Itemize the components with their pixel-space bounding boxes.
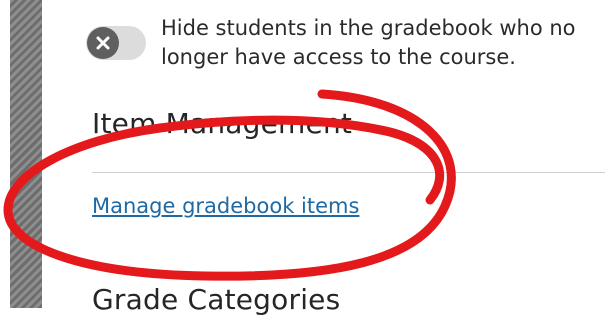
hide-students-label: Hide students in the gradebook who no lo… bbox=[161, 16, 576, 69]
close-icon bbox=[96, 36, 110, 50]
left-margin bbox=[0, 0, 10, 308]
manage-gradebook-items-link[interactable]: Manage gradebook items bbox=[92, 192, 359, 220]
grade-categories-heading: Grade Categories bbox=[92, 283, 341, 316]
toggle-knob bbox=[87, 27, 119, 59]
item-management-heading: Item Management bbox=[92, 107, 353, 140]
striped-side-panel bbox=[10, 0, 42, 308]
section-divider bbox=[92, 172, 605, 173]
hide-students-toggle[interactable] bbox=[86, 26, 146, 60]
